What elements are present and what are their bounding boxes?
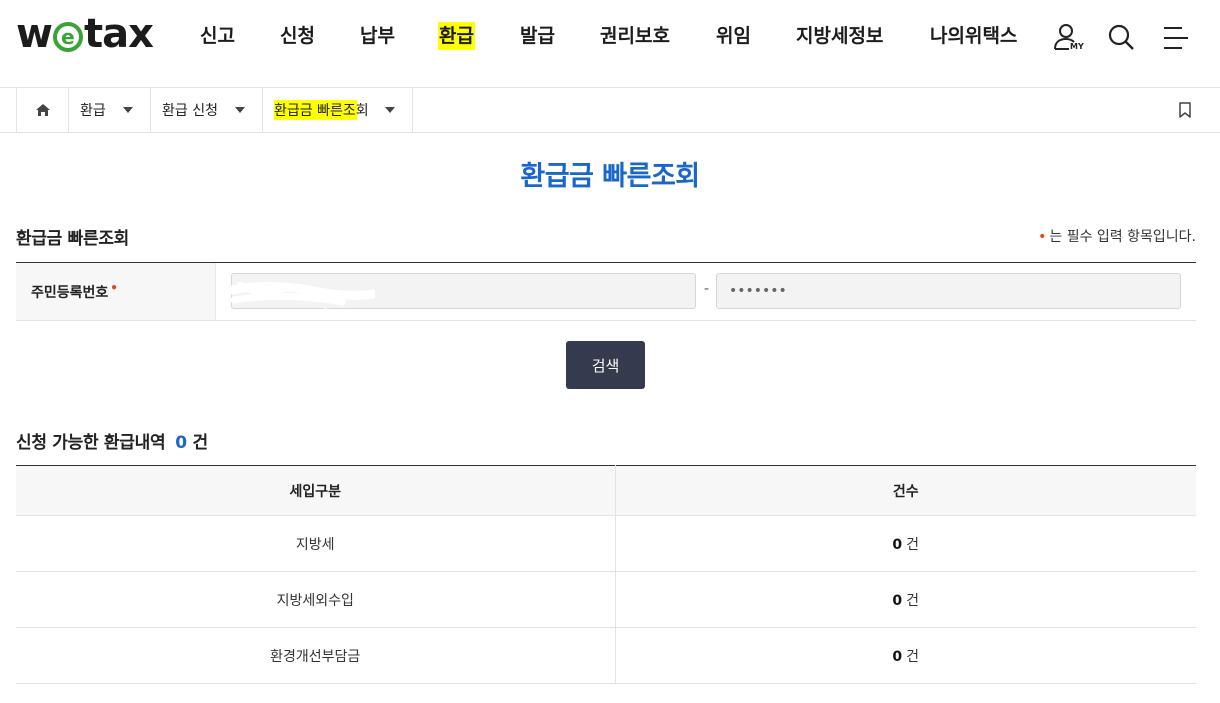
section-title-results: 신청 가능한 환급내역 0 건 [16, 428, 208, 453]
breadcrumb-label: 환급금 빠른조회 [274, 100, 369, 120]
search-button[interactable]: 검색 [566, 341, 645, 389]
required-note-text: 는 필수 입력 항목입니다. [1049, 229, 1196, 245]
my-badge: MY [1070, 42, 1084, 51]
row-count: 0 [892, 536, 903, 553]
chevron-down-icon [385, 107, 395, 113]
row-count: 0 [892, 592, 903, 609]
required-note: • 는 필수 입력 항목입니다. [1038, 226, 1196, 246]
rrn-dash: - [704, 281, 710, 297]
column-header-category: 세입구분 [16, 465, 616, 516]
table-row: 지방세 0건 [16, 515, 1196, 572]
nav-delegation[interactable]: 위임 [716, 22, 751, 50]
nav-my-wetax[interactable]: 나의위택스 [930, 22, 1017, 50]
menu-icon[interactable] [1160, 22, 1192, 54]
nav-rights-protection[interactable]: 권리보호 [600, 22, 670, 50]
nav-apply[interactable]: 신청 [280, 22, 315, 50]
row-count-cell: 0건 [615, 571, 1196, 628]
nav-payment[interactable]: 납부 [360, 22, 395, 50]
row-category: 지방세 [16, 515, 616, 572]
results-title: 신청 가능한 환급내역 [16, 433, 166, 453]
home-icon[interactable] [16, 88, 69, 132]
site-header: w e tax 신고 신청 납부 환급 발급 권리보호 위임 지방세정보 나의위택스… [0, 0, 1220, 88]
breadcrumb-item-refund-apply[interactable]: 환급 신청 [151, 88, 263, 132]
breadcrumb: 환급 환급 신청 환급금 빠른조회 [0, 87, 1220, 133]
nav-refund[interactable]: 환급 [438, 22, 475, 50]
row-count: 0 [892, 648, 903, 665]
rrn-back-input[interactable] [716, 273, 1181, 309]
logo-tax: tax [83, 11, 154, 57]
column-header-count: 건수 [615, 465, 1196, 516]
wetax-logo[interactable]: w e tax [16, 11, 154, 57]
row-count-cell: 0건 [615, 515, 1196, 572]
header-icons: MY [1052, 22, 1192, 54]
row-count-unit: 건 [906, 536, 920, 553]
chevron-down-icon [235, 107, 245, 113]
nav-issuance[interactable]: 발급 [520, 22, 555, 50]
required-mark: • [110, 280, 118, 295]
results-count-unit: 건 [192, 433, 208, 453]
my-page-icon[interactable]: MY [1052, 22, 1084, 54]
row-category: 환경개선부담금 [16, 627, 616, 684]
required-mark: • [1038, 229, 1047, 245]
row-count-cell: 0건 [615, 627, 1196, 684]
table-header-row: 세입구분 건수 [16, 465, 1196, 516]
rrn-label-text: 주민등록번호 [31, 284, 109, 301]
row-category: 지방세외수입 [16, 571, 616, 628]
table-row: 환경개선부담금 0건 [16, 627, 1196, 684]
row-count-unit: 건 [906, 592, 920, 609]
chevron-down-icon [123, 107, 133, 113]
bookmark-icon[interactable] [1179, 102, 1191, 118]
form-row-rrn: 주민등록번호 • - [16, 263, 1196, 321]
row-count-unit: 건 [906, 648, 920, 665]
search-icon[interactable] [1106, 22, 1138, 54]
section-title-lookup: 환급금 빠른조회 [16, 229, 129, 249]
refund-table: 세입구분 건수 지방세 0건 지방세외수입 0건 환경개선부담금 0건 [16, 465, 1196, 684]
rrn-label: 주민등록번호 • [16, 263, 216, 320]
results-count: 0 [175, 433, 187, 453]
nav-local-tax-info[interactable]: 지방세정보 [796, 22, 883, 50]
redaction-scribble [230, 282, 375, 320]
breadcrumb-item-refund[interactable]: 환급 [69, 88, 151, 132]
breadcrumb-label: 환급 신청 [162, 103, 218, 119]
breadcrumb-label: 환급 [80, 103, 106, 119]
nav-report[interactable]: 신고 [200, 22, 235, 50]
page-title: 환급금 빠른조회 [520, 161, 700, 192]
breadcrumb-item-quick-lookup[interactable]: 환급금 빠른조회 [263, 88, 413, 132]
table-row: 지방세외수입 0건 [16, 571, 1196, 628]
logo-w: w [16, 11, 53, 57]
logo-e-circle: e [52, 22, 83, 52]
